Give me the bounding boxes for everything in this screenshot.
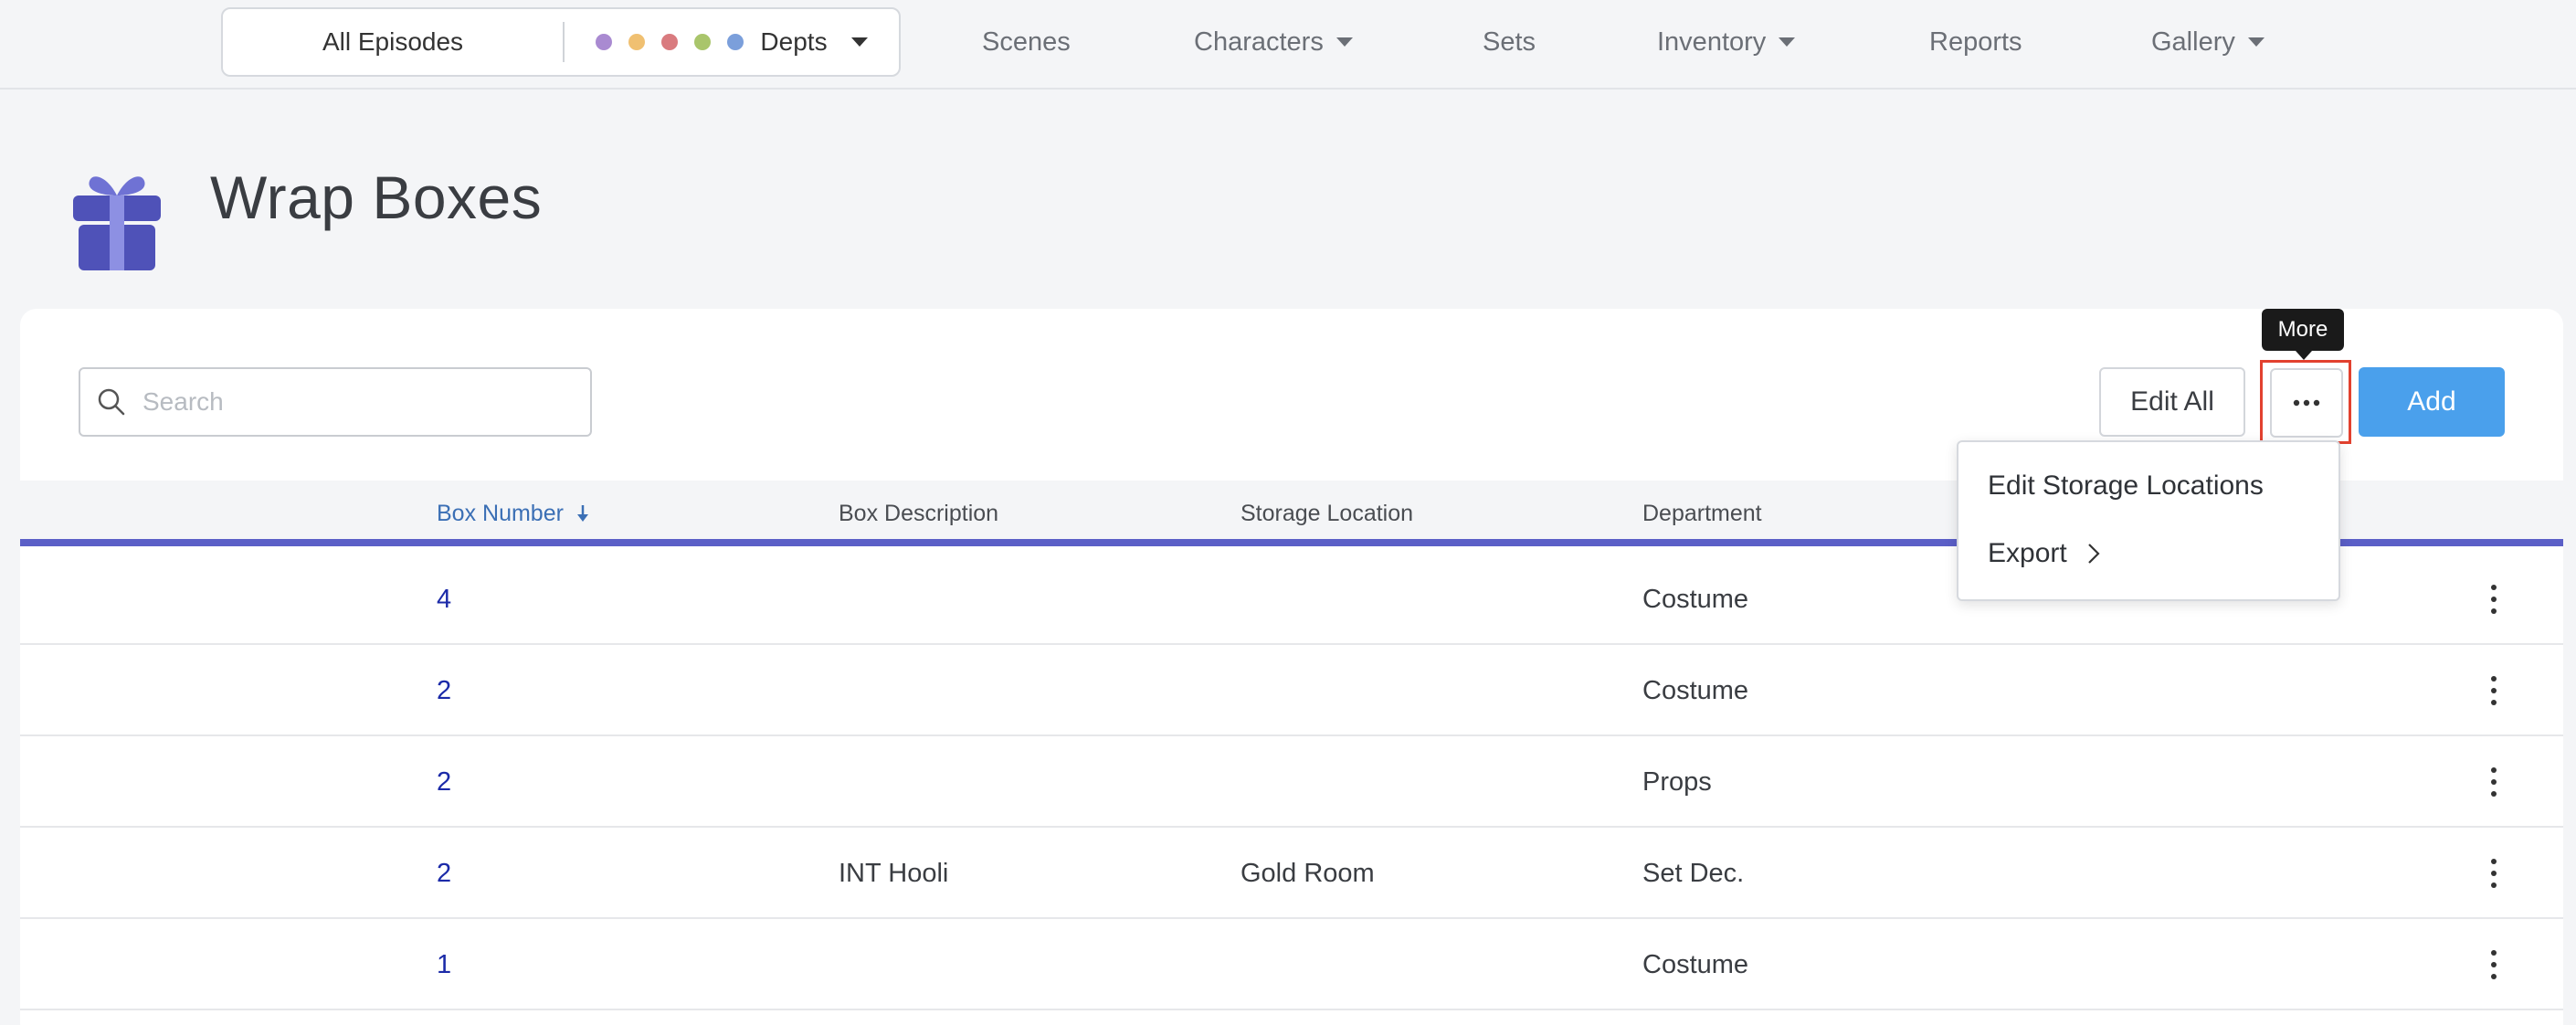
storage-location-cell: Gold Room	[1240, 858, 1375, 888]
more-menu: Edit Storage Locations Export	[1957, 440, 2340, 601]
all-episodes-selector[interactable]: All Episodes	[223, 27, 563, 57]
nav-sets-label: Sets	[1483, 26, 1536, 57]
table-row[interactable]: 2 Costume	[20, 645, 2563, 736]
page-title: Wrap Boxes	[210, 164, 543, 231]
department-cell: Props	[1642, 766, 1712, 797]
column-header-label: Department	[1642, 500, 1762, 526]
column-header-box-description[interactable]: Box Description	[839, 481, 998, 546]
department-cell: Set Dec.	[1642, 858, 1745, 888]
chevron-down-icon	[2247, 37, 2265, 47]
dept-color-dot	[727, 34, 744, 50]
dept-color-dots	[596, 34, 744, 50]
dept-color-dot	[661, 34, 679, 50]
menu-item-export[interactable]: Export	[1988, 534, 2100, 574]
department-cell: Costume	[1642, 584, 1749, 614]
search-input[interactable]	[143, 387, 572, 417]
column-header-box-number[interactable]: Box Number	[437, 481, 589, 546]
column-header-label: Box Number	[437, 500, 564, 526]
nav-characters-label: Characters	[1194, 26, 1324, 57]
dept-color-dot	[596, 34, 613, 50]
nav-inventory-label: Inventory	[1657, 26, 1767, 57]
chevron-down-icon	[850, 37, 868, 47]
nav-reports[interactable]: Reports	[1929, 26, 2022, 58]
row-menu-icon[interactable]	[2483, 946, 2505, 983]
box-description-cell: INT Hooli	[839, 858, 949, 888]
column-header-label: Box Description	[839, 500, 999, 526]
box-number-link[interactable]: 2	[437, 828, 451, 919]
edit-all-button[interactable]: Edit All	[2099, 367, 2245, 437]
episode-dept-filter: All Episodes Depts	[221, 7, 901, 77]
box-number-link[interactable]: 2	[437, 645, 451, 736]
row-menu-icon[interactable]	[2483, 855, 2505, 892]
box-number-link[interactable]: 2	[437, 736, 451, 828]
depts-dropdown[interactable]: Depts	[565, 27, 899, 57]
menu-item-edit-storage-locations[interactable]: Edit Storage Locations	[1988, 466, 2264, 506]
nav-sets[interactable]: Sets	[1483, 26, 1536, 58]
dept-color-dot	[694, 34, 712, 50]
menu-item-label: Export	[1988, 538, 2067, 568]
table-row[interactable]: 2 INT Hooli Gold Room Set Dec.	[20, 828, 2563, 919]
table-row[interactable]: 1 Costume	[20, 919, 2563, 1010]
column-header-department[interactable]: Department	[1642, 481, 1762, 546]
nav-inventory[interactable]: Inventory	[1657, 26, 1796, 58]
box-number-link[interactable]: 4	[437, 554, 451, 645]
nav-characters[interactable]: Characters	[1194, 26, 1353, 58]
row-menu-icon[interactable]	[2483, 764, 2505, 800]
row-menu-icon[interactable]	[2483, 581, 2505, 618]
search-box	[79, 367, 592, 437]
row-menu-icon[interactable]	[2483, 672, 2505, 709]
box-number-link[interactable]: 1	[437, 919, 451, 1010]
search-icon	[80, 387, 143, 417]
top-nav: All Episodes Depts Scenes Characters Set…	[0, 0, 2576, 90]
add-button[interactable]: Add	[2359, 367, 2505, 437]
wrap-boxes-card: Edit All Add Box Number Box Description	[20, 309, 2563, 1025]
column-header-storage-location[interactable]: Storage Location	[1240, 481, 1413, 546]
more-button-highlight	[2260, 360, 2351, 444]
table-row[interactable]: 2 Props	[20, 736, 2563, 828]
column-header-label: Storage Location	[1240, 500, 1414, 526]
more-button[interactable]	[2270, 368, 2343, 438]
chevron-right-icon	[2087, 543, 2100, 565]
nav-gallery[interactable]: Gallery	[2151, 26, 2265, 58]
nav-gallery-label: Gallery	[2151, 26, 2235, 57]
chevron-down-icon	[1779, 37, 1796, 47]
more-tooltip: More	[2262, 309, 2344, 360]
ellipsis-icon	[2293, 399, 2320, 407]
department-cell: Costume	[1642, 949, 1749, 979]
gift-box-icon	[71, 168, 163, 272]
nav-scenes[interactable]: Scenes	[982, 26, 1071, 58]
department-cell: Costume	[1642, 675, 1749, 705]
nav-scenes-label: Scenes	[982, 26, 1071, 57]
chevron-down-icon	[1336, 37, 1353, 47]
menu-item-label: Edit Storage Locations	[1988, 470, 2264, 501]
nav-reports-label: Reports	[1929, 26, 2022, 57]
sort-descending-icon	[576, 504, 589, 523]
dept-color-dot	[628, 34, 646, 50]
depts-label: Depts	[760, 27, 828, 56]
